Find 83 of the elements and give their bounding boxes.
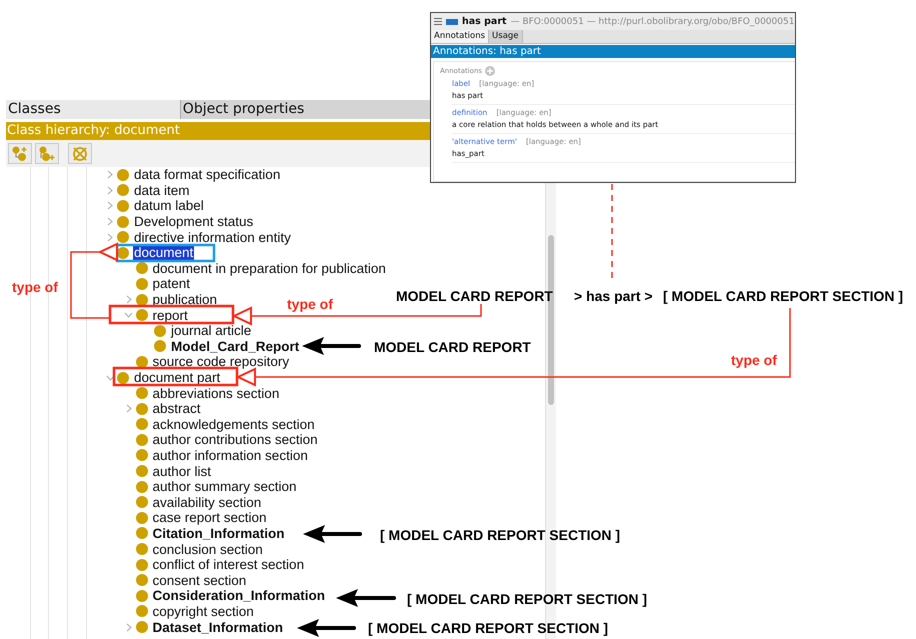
class-item[interactable]: Model_Card_Report (170, 338, 300, 354)
property-icon (446, 18, 458, 24)
class-item[interactable]: datum label (133, 198, 205, 214)
class-icon (136, 574, 148, 586)
class-item[interactable]: availability section (152, 494, 262, 510)
class-item[interactable]: author contributions section (152, 432, 319, 448)
class-item[interactable]: author list (152, 464, 212, 479)
class-item[interactable]: conflict of interest section (152, 557, 306, 572)
class-icon (136, 278, 148, 290)
class-icon (136, 558, 148, 571)
class-icon (136, 496, 148, 508)
class-item[interactable]: author summary section (152, 479, 298, 494)
class-item[interactable]: patent (152, 276, 192, 292)
menu-icon[interactable] (434, 18, 442, 25)
annotation-label: > has part > (574, 288, 653, 304)
class-icon (136, 621, 148, 634)
class-icon (136, 402, 148, 415)
class-icon (136, 434, 148, 446)
pointer-arrow (336, 589, 396, 607)
annotations-header: Annotations: has part (431, 45, 795, 58)
class-icon (154, 340, 166, 352)
class-icon (117, 168, 129, 181)
class-icon (136, 480, 148, 493)
class-icon (136, 527, 148, 540)
annotation-label: MODEL CARD REPORT (396, 288, 553, 304)
property-name: has part (462, 16, 507, 27)
class-icon (136, 605, 148, 618)
class-icon (117, 184, 129, 196)
class-icon (136, 309, 148, 322)
class-item[interactable]: acknowledgements section (152, 416, 316, 432)
class-item[interactable]: author information section (152, 448, 309, 463)
pointer-arrow (302, 337, 361, 355)
class-item[interactable]: data format specification (133, 167, 282, 182)
class-item[interactable]: publication (152, 292, 218, 308)
class-item[interactable]: report (152, 308, 189, 323)
pointer-arrow (303, 525, 362, 543)
class-icon (136, 590, 148, 602)
class-icon (136, 512, 148, 524)
class-item[interactable]: Consideration_Information (152, 588, 326, 604)
view-tab[interactable]: Annotations (431, 30, 490, 43)
class-item[interactable]: case report section (152, 510, 268, 526)
delete-class-button[interactable] (68, 143, 92, 164)
class-icon (136, 465, 148, 478)
annotation-label: MODEL CARD REPORT (374, 339, 531, 355)
class-icon (117, 200, 129, 212)
class-icon (154, 324, 166, 337)
annotation-label: [ MODEL CARD REPORT SECTION ] (368, 620, 608, 636)
class-item[interactable]: source code repository (152, 354, 290, 370)
class-item[interactable]: Citation_Information (152, 526, 286, 541)
annotation-label: type of (731, 352, 777, 368)
class-icon (117, 231, 129, 244)
annotation-label: type of (287, 296, 333, 312)
annotation-label: [ MODEL CARD REPORT SECTION ] (380, 527, 620, 543)
class-icon (136, 262, 148, 274)
class-icon (136, 418, 148, 430)
class-item[interactable]: journal article (170, 323, 252, 338)
class-icon (117, 372, 129, 384)
add-sibling-button[interactable] (35, 143, 59, 164)
class-icon (136, 449, 148, 462)
class-item[interactable]: copyright section (152, 604, 255, 619)
class-item[interactable]: abstract (152, 401, 202, 416)
class-icon (136, 387, 148, 400)
class-icon (136, 356, 148, 368)
class-item[interactable]: consent section (152, 572, 248, 588)
class-item[interactable]: data item (133, 182, 191, 198)
class-item[interactable]: directive information entity (133, 230, 292, 245)
class-icon (117, 216, 129, 228)
annotation-label: [ MODEL CARD REPORT SECTION ] (407, 591, 648, 607)
add-icon[interactable] (485, 66, 496, 76)
class-item[interactable]: document in preparation for publication (152, 260, 387, 276)
class-icon (136, 294, 148, 306)
annotation-label: [ MODEL CARD REPORT SECTION ] (663, 288, 904, 304)
class-item[interactable]: Development status (133, 214, 254, 230)
class-item[interactable]: document part (133, 370, 222, 386)
class-item[interactable]: conclusion section (152, 542, 264, 557)
annotation-label: type of (12, 279, 58, 295)
class-item[interactable]: abbreviations section (152, 386, 280, 401)
class-icon (136, 543, 148, 556)
class-item[interactable]: Dataset_Information (152, 620, 284, 635)
pointer-arrow (297, 619, 356, 637)
add-subclass-button[interactable] (8, 143, 32, 164)
view-tab[interactable]: Usage (489, 30, 523, 43)
property-iri: — BFO:0000051 — http://purl.obolibrary.org/obo/BFO_0000051 (510, 16, 794, 26)
